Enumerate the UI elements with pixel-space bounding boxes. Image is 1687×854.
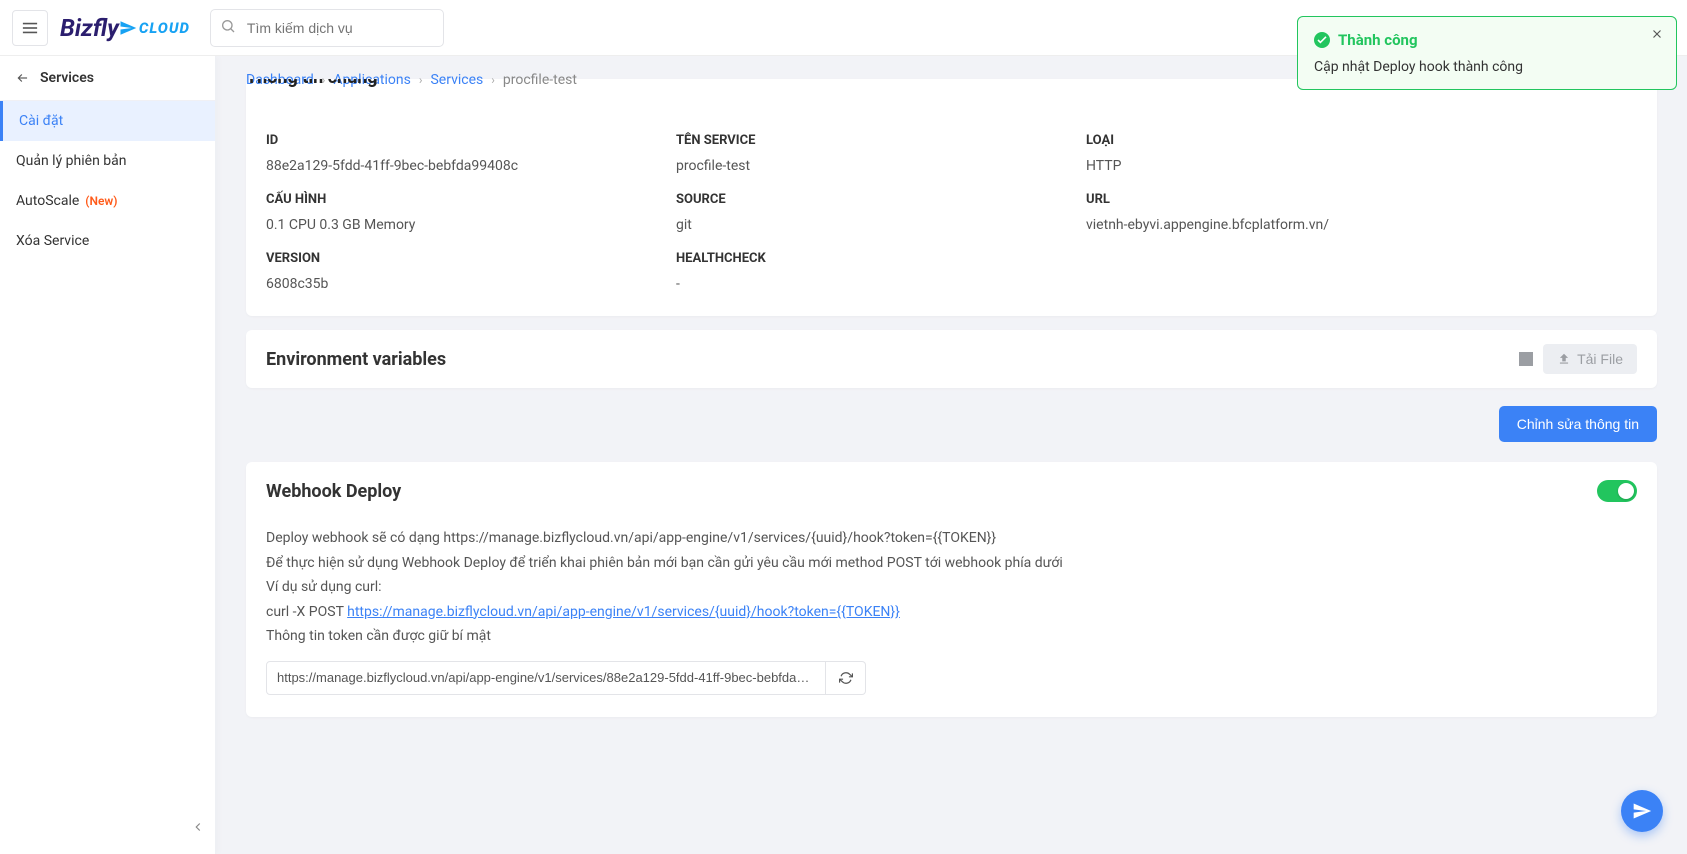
success-toast: Thành công Cập nhật Deploy hook thành cô… (1297, 16, 1677, 90)
webhook-url-input[interactable] (266, 661, 826, 695)
sidebar-item-versions[interactable]: Quản lý phiên bản (0, 141, 215, 181)
value-version: 6808c35b (266, 276, 676, 292)
paper-plane-icon (1632, 801, 1652, 821)
arrow-left-icon (16, 71, 30, 85)
sidebar-item-label: Quản lý phiên bản (16, 153, 126, 169)
label-loai: LOẠI (1086, 133, 1637, 148)
sidebar-item-label: AutoScale (16, 193, 79, 209)
logo-sub: CLOUD (139, 19, 190, 37)
menu-toggle-button[interactable] (12, 10, 48, 46)
logo[interactable]: Bizfly CLOUD (60, 14, 190, 42)
label-url: URL (1086, 192, 1637, 207)
webhook-line2: Để thực hiện sử dụng Webhook Deploy để t… (266, 551, 1637, 576)
label-version: VERSION (266, 251, 676, 266)
paper-plane-icon (119, 19, 137, 37)
main-content: Dashboard› Applications› Services› procf… (216, 56, 1687, 854)
hamburger-icon (22, 22, 38, 34)
webhook-card: Webhook Deploy Deploy webhook sẽ có dạng… (246, 462, 1657, 717)
value-loai: HTTP (1086, 158, 1637, 174)
upload-icon (1557, 352, 1571, 366)
edit-info-button[interactable]: Chỉnh sửa thông tin (1499, 406, 1657, 442)
webhook-title: Webhook Deploy (266, 481, 401, 502)
refresh-icon (839, 671, 853, 685)
label-ten: TÊN SERVICE (676, 133, 1086, 148)
curl-prefix: curl -X POST (266, 604, 347, 620)
value-ten: procfile-test (676, 158, 1086, 174)
value-id: 88e2a129-5fdd-41ff-9bec-bebfda99408c (266, 158, 676, 174)
chevron-left-icon (191, 820, 205, 834)
env-checkbox[interactable] (1519, 352, 1533, 366)
webhook-toggle[interactable] (1597, 480, 1637, 502)
webhook-refresh-button[interactable] (826, 661, 866, 695)
sidebar: Services Cài đặt Quản lý phiên bản AutoS… (0, 56, 216, 854)
sidebar-item-autoscale[interactable]: AutoScale (New) (0, 181, 215, 221)
new-badge: (New) (85, 194, 117, 208)
upload-file-button[interactable]: Tải File (1543, 344, 1637, 374)
general-info-card: Thông tin chung ID88e2a129-5fdd-41ff-9be… (246, 79, 1657, 316)
toast-title: Thành công (1338, 31, 1418, 49)
logo-main: Bizfly (60, 14, 119, 42)
label-health: HEALTHCHECK (676, 251, 1086, 266)
value-url: vietnh-ebyvi.appengine.bfcplatform.vn/ (1086, 217, 1637, 233)
sidebar-item-label: Cài đặt (19, 113, 63, 129)
search-icon (220, 18, 236, 38)
label-id: ID (266, 133, 676, 148)
value-source: git (676, 217, 1086, 233)
check-circle-icon (1314, 32, 1330, 48)
env-title: Environment variables (266, 349, 446, 370)
env-vars-card: Environment variables Tải File (246, 330, 1657, 388)
toast-close-button[interactable] (1650, 27, 1664, 45)
webhook-line3: Ví dụ sử dụng curl: (266, 575, 1637, 600)
value-cauhinh: 0.1 CPU 0.3 GB Memory (266, 217, 676, 233)
webhook-line1: Deploy webhook sẽ có dạng https://manage… (266, 526, 1637, 551)
upload-btn-label: Tải File (1577, 351, 1623, 367)
sidebar-item-label: Xóa Service (16, 233, 89, 249)
sidebar-item-delete[interactable]: Xóa Service (0, 221, 215, 261)
toast-body: Cập nhật Deploy hook thành công (1314, 59, 1660, 75)
label-source: SOURCE (676, 192, 1086, 207)
label-cauhinh: CẤU HÌNH (266, 192, 676, 207)
search-wrap (210, 9, 444, 47)
webhook-line5: Thông tin token cần được giữ bí mật (266, 624, 1637, 649)
webhook-line4: curl -X POST https://manage.bizflycloud.… (266, 600, 1637, 625)
sidebar-back-label: Services (40, 70, 94, 86)
sidebar-back[interactable]: Services (0, 56, 215, 101)
search-input[interactable] (210, 9, 444, 47)
value-health: - (676, 276, 1086, 292)
close-icon (1650, 27, 1664, 41)
webhook-example-link[interactable]: https://manage.bizflycloud.vn/api/app-en… (347, 604, 900, 620)
sidebar-collapse-button[interactable] (191, 820, 205, 838)
sidebar-item-settings[interactable]: Cài đặt (0, 101, 215, 141)
send-fab-button[interactable] (1621, 790, 1663, 832)
